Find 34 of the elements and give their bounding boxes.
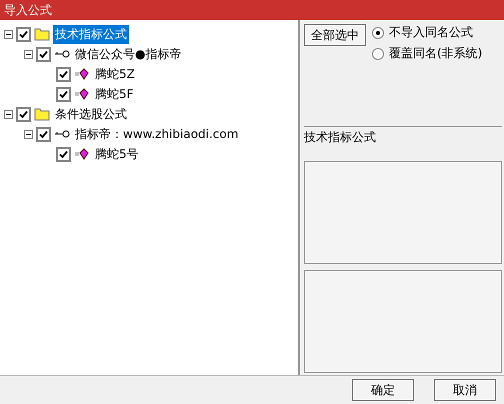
collapse-icon[interactable] <box>24 50 33 58</box>
tree-item[interactable]: 技术指标公式 <box>53 24 129 44</box>
tree-item[interactable]: 腾蛇5Z <box>93 64 137 84</box>
info-label: 技术指标公式 <box>304 130 376 144</box>
window-title: 导入公式 <box>4 2 52 18</box>
gem-icon <box>74 88 90 100</box>
key-icon <box>54 49 70 59</box>
dialog-button[interactable]: 确定 <box>352 379 414 401</box>
gem-icon <box>74 68 90 80</box>
checkbox[interactable] <box>56 66 71 82</box>
key-icon <box>54 129 70 139</box>
checkbox[interactable] <box>16 26 31 42</box>
checkbox[interactable] <box>56 146 71 162</box>
radio-option[interactable]: 覆盖同名(非系统) <box>372 45 482 62</box>
checkbox[interactable] <box>36 46 51 62</box>
checkbox[interactable] <box>16 106 31 122</box>
radio-icon[interactable] <box>372 48 384 60</box>
collapse-icon[interactable] <box>4 30 13 38</box>
checkbox[interactable] <box>56 86 71 102</box>
collapse-icon[interactable] <box>24 130 33 138</box>
radio-option[interactable]: 不导入同名公式 <box>372 24 482 41</box>
tree-item[interactable]: 条件选股公式 <box>53 104 129 124</box>
tree-item[interactable]: 指标帝：www.zhibiaodi.com <box>73 124 240 144</box>
radio-icon[interactable] <box>372 26 384 38</box>
folder-icon <box>34 27 50 41</box>
dialog-button[interactable]: 取消 <box>434 379 496 401</box>
tree-item[interactable]: 腾蛇5F <box>93 84 136 104</box>
select-all-button[interactable]: 全部选中 <box>304 24 366 46</box>
gem-icon <box>74 148 90 160</box>
tree-item[interactable]: 微信公众号●指标帝 <box>73 44 184 64</box>
collapse-icon[interactable] <box>4 110 13 118</box>
folder-icon <box>34 107 50 121</box>
tree-item[interactable]: 腾蛇5号 <box>93 144 141 164</box>
checkbox[interactable] <box>36 126 51 142</box>
